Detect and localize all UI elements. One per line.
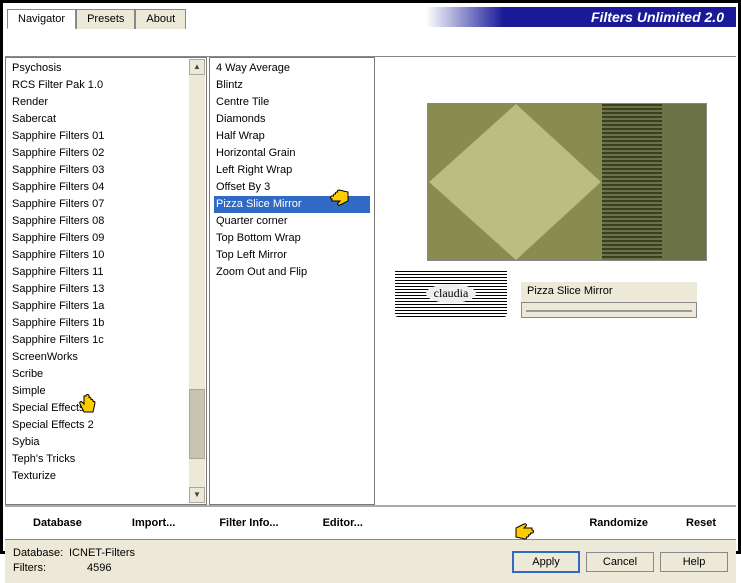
category-item[interactable]: RCS Filter Pak 1.0	[10, 77, 202, 94]
filter-list[interactable]: 4 Way AverageBlintzCentre TileDiamondsHa…	[209, 57, 375, 505]
watermark: claudia	[395, 269, 507, 317]
filter-item[interactable]: Top Left Mirror	[214, 247, 370, 264]
filter-item[interactable]: Diamonds	[214, 111, 370, 128]
hand-cursor-icon	[331, 187, 357, 211]
category-scrollbar[interactable]: ▲ ▼	[189, 59, 205, 503]
scroll-down-button[interactable]: ▼	[189, 487, 205, 503]
app-title: Filters Unlimited 2.0	[426, 7, 736, 27]
tab-navigator[interactable]: Navigator	[7, 9, 76, 29]
filter-item[interactable]: 4 Way Average	[214, 60, 370, 77]
import-button[interactable]: Import...	[122, 513, 185, 533]
filter-item[interactable]: Centre Tile	[214, 94, 370, 111]
filter-item[interactable]: Horizontal Grain	[214, 145, 370, 162]
category-list[interactable]: PsychosisRCS Filter Pak 1.0RenderSaberca…	[5, 57, 207, 505]
category-item[interactable]: Sapphire Filters 11	[10, 264, 202, 281]
filter-item[interactable]: Top Bottom Wrap	[214, 230, 370, 247]
preview-image	[427, 103, 707, 261]
category-item[interactable]: Sapphire Filters 10	[10, 247, 202, 264]
category-item[interactable]: Special Effects 1	[10, 400, 202, 417]
hand-cursor-icon	[77, 394, 103, 418]
editor-button[interactable]: Editor...	[313, 513, 373, 533]
scroll-up-button[interactable]: ▲	[189, 59, 205, 75]
tab-bar: Navigator Presets About	[7, 9, 186, 29]
category-item[interactable]: Sapphire Filters 09	[10, 230, 202, 247]
filter-item[interactable]: Quarter corner	[214, 213, 370, 230]
category-item[interactable]: Simple	[10, 383, 202, 400]
hand-cursor-icon	[513, 520, 539, 544]
category-item[interactable]: Texturize	[10, 468, 202, 485]
category-item[interactable]: ScreenWorks	[10, 349, 202, 366]
category-item[interactable]: Sapphire Filters 1c	[10, 332, 202, 349]
category-item[interactable]: Sapphire Filters 07	[10, 196, 202, 213]
cancel-button[interactable]: Cancel	[586, 552, 654, 572]
category-item[interactable]: Sabercat	[10, 111, 202, 128]
category-item[interactable]: Scribe	[10, 366, 202, 383]
randomize-button[interactable]: Randomize	[579, 513, 658, 533]
category-item[interactable]: Sapphire Filters 1a	[10, 298, 202, 315]
category-item[interactable]: Sapphire Filters 08	[10, 213, 202, 230]
category-item[interactable]: Sapphire Filters 02	[10, 145, 202, 162]
footer-info: Database:ICNET-Filters Filters:4596	[13, 546, 135, 577]
category-item[interactable]: Psychosis	[10, 60, 202, 77]
parameter-label: Pizza Slice Mirror	[521, 282, 697, 302]
help-button[interactable]: Help	[660, 552, 728, 572]
parameter-slider[interactable]	[521, 302, 697, 318]
tab-presets[interactable]: Presets	[76, 9, 135, 29]
category-item[interactable]: Sapphire Filters 1b	[10, 315, 202, 332]
filter-item[interactable]: Zoom Out and Flip	[214, 264, 370, 281]
category-item[interactable]: Sapphire Filters 04	[10, 179, 202, 196]
reset-button[interactable]: Reset	[676, 513, 726, 533]
database-button[interactable]: Database	[23, 513, 92, 533]
category-item[interactable]: Teph's Tricks	[10, 451, 202, 468]
category-item[interactable]: Render	[10, 94, 202, 111]
filter-item[interactable]: Left Right Wrap	[214, 162, 370, 179]
scroll-thumb[interactable]	[189, 389, 205, 459]
tab-about[interactable]: About	[135, 9, 186, 29]
filter-item[interactable]: Blintz	[214, 77, 370, 94]
filter-item[interactable]: Half Wrap	[214, 128, 370, 145]
category-item[interactable]: Sapphire Filters 13	[10, 281, 202, 298]
category-item[interactable]: Special Effects 2	[10, 417, 202, 434]
category-item[interactable]: Sapphire Filters 03	[10, 162, 202, 179]
filter-info-button[interactable]: Filter Info...	[209, 513, 288, 533]
category-item[interactable]: Sapphire Filters 01	[10, 128, 202, 145]
category-item[interactable]: Sybia	[10, 434, 202, 451]
